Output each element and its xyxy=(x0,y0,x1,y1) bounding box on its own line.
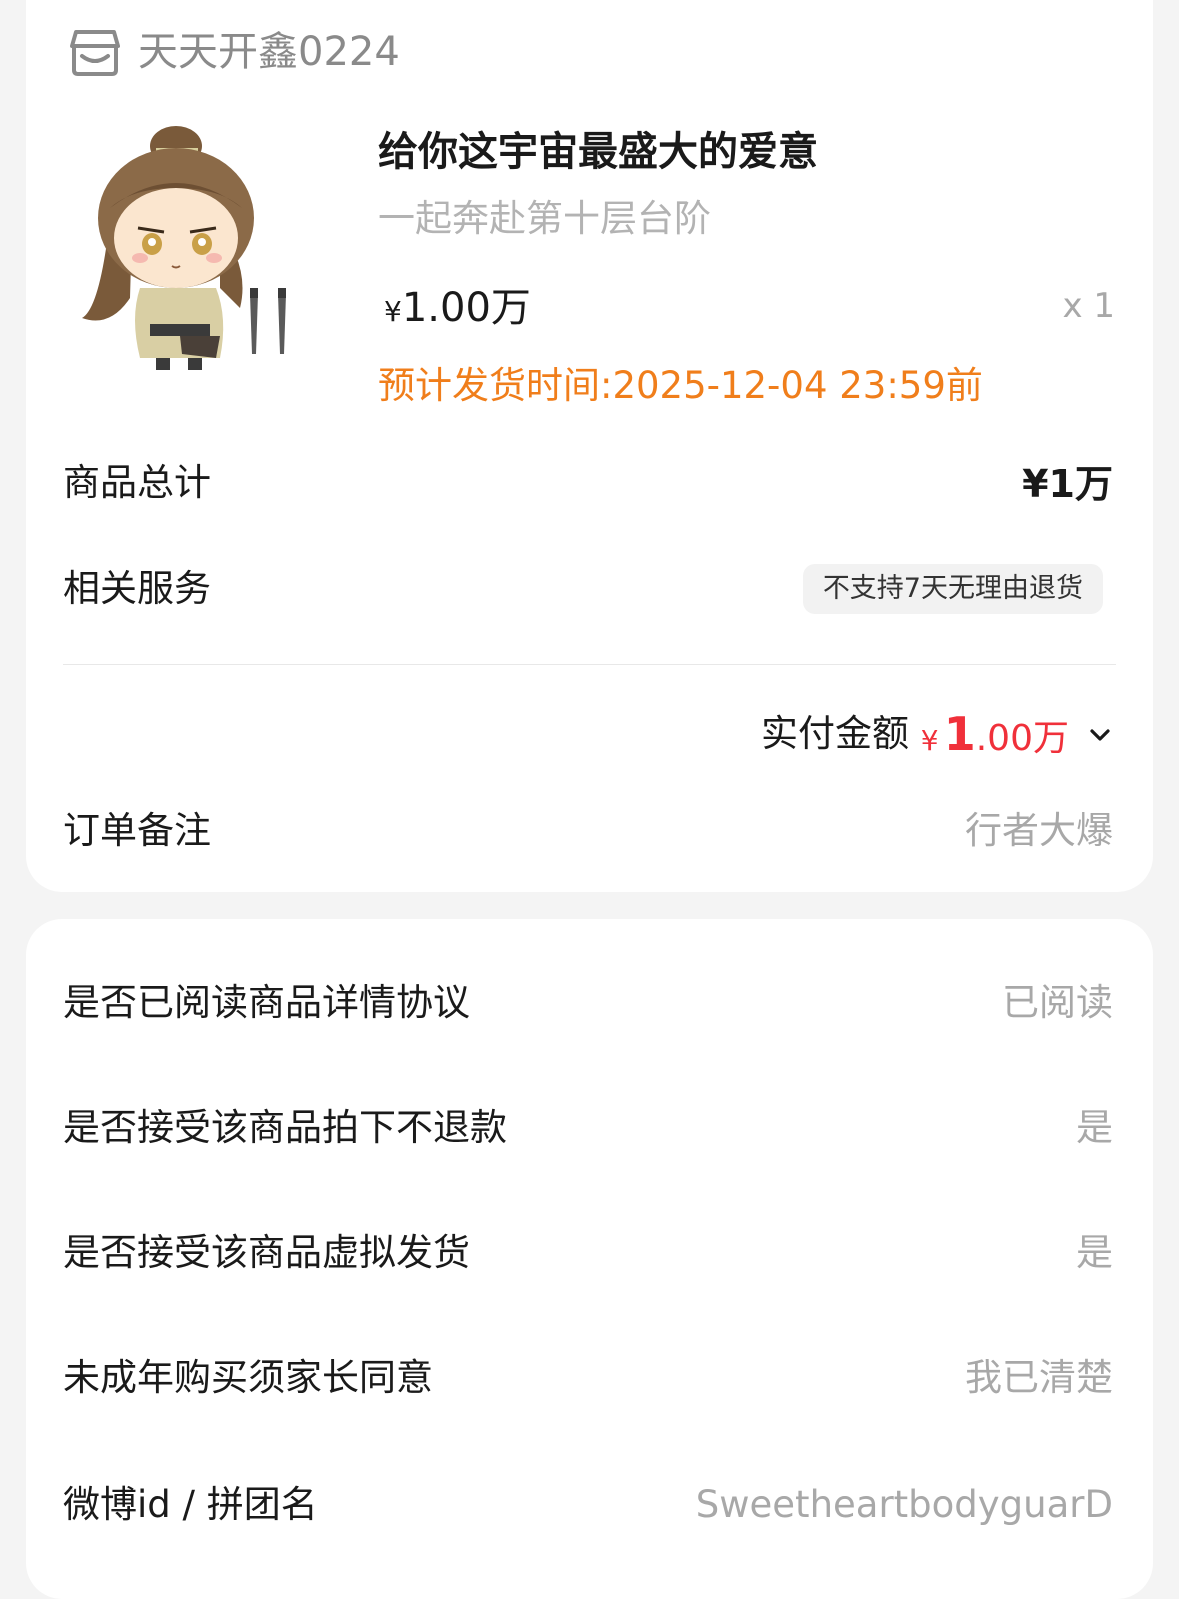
product-image[interactable] xyxy=(70,118,310,380)
product-title[interactable]: 给你这宇宙最盛大的爱意 xyxy=(378,126,818,178)
note-value[interactable]: 行者大爆 xyxy=(965,806,1113,856)
info-value-no-refund: 是 xyxy=(1076,1106,1113,1149)
note-label: 订单备注 xyxy=(63,809,211,852)
paid-currency: ¥ xyxy=(920,724,939,757)
paid-label: 实付金额 xyxy=(761,712,909,755)
info-value-minor-consent: 我已清楚 xyxy=(965,1356,1113,1399)
price-currency: ¥ xyxy=(384,295,402,328)
product-quantity: x 1 xyxy=(1062,286,1115,326)
shop-icon[interactable] xyxy=(68,26,122,78)
info-label-read-agreement: 是否已阅读商品详情协议 xyxy=(63,981,470,1024)
info-label-virtual-delivery: 是否接受该商品虚拟发货 xyxy=(63,1231,470,1274)
info-label-minor-consent: 未成年购买须家长同意 xyxy=(63,1356,433,1399)
chevron-down-icon[interactable] xyxy=(1087,722,1113,748)
paid-frac: .00万 xyxy=(975,718,1069,759)
product-subtitle: 一起奔赴第十层台阶 xyxy=(378,197,711,240)
total-label: 商品总计 xyxy=(63,461,211,504)
paid-int: 1 xyxy=(943,707,976,761)
info-value-virtual-delivery: 是 xyxy=(1076,1231,1113,1274)
total-value: ¥1万 xyxy=(1022,462,1113,506)
shop-name[interactable]: 天天开鑫0224 xyxy=(138,26,400,78)
info-label-weibo-id: 微博id / 拼团名 xyxy=(63,1483,318,1526)
info-value-weibo-id: SweetheartbodyguarD xyxy=(695,1483,1113,1526)
info-value-read-agreement: 已阅读 xyxy=(1002,981,1113,1024)
service-tag[interactable]: 不支持7天无理由退货 xyxy=(802,564,1103,614)
paid-amount[interactable]: ¥ 1.00万 xyxy=(921,702,1069,777)
divider xyxy=(63,664,1116,665)
ship-time: 预计发货时间:2025-12-04 23:59前 xyxy=(378,364,983,407)
info-label-no-refund: 是否接受该商品拍下不退款 xyxy=(63,1106,507,1149)
service-label: 相关服务 xyxy=(63,567,211,610)
product-price: ¥1.00万 xyxy=(384,280,531,344)
price-value: 1.00万 xyxy=(401,285,531,331)
